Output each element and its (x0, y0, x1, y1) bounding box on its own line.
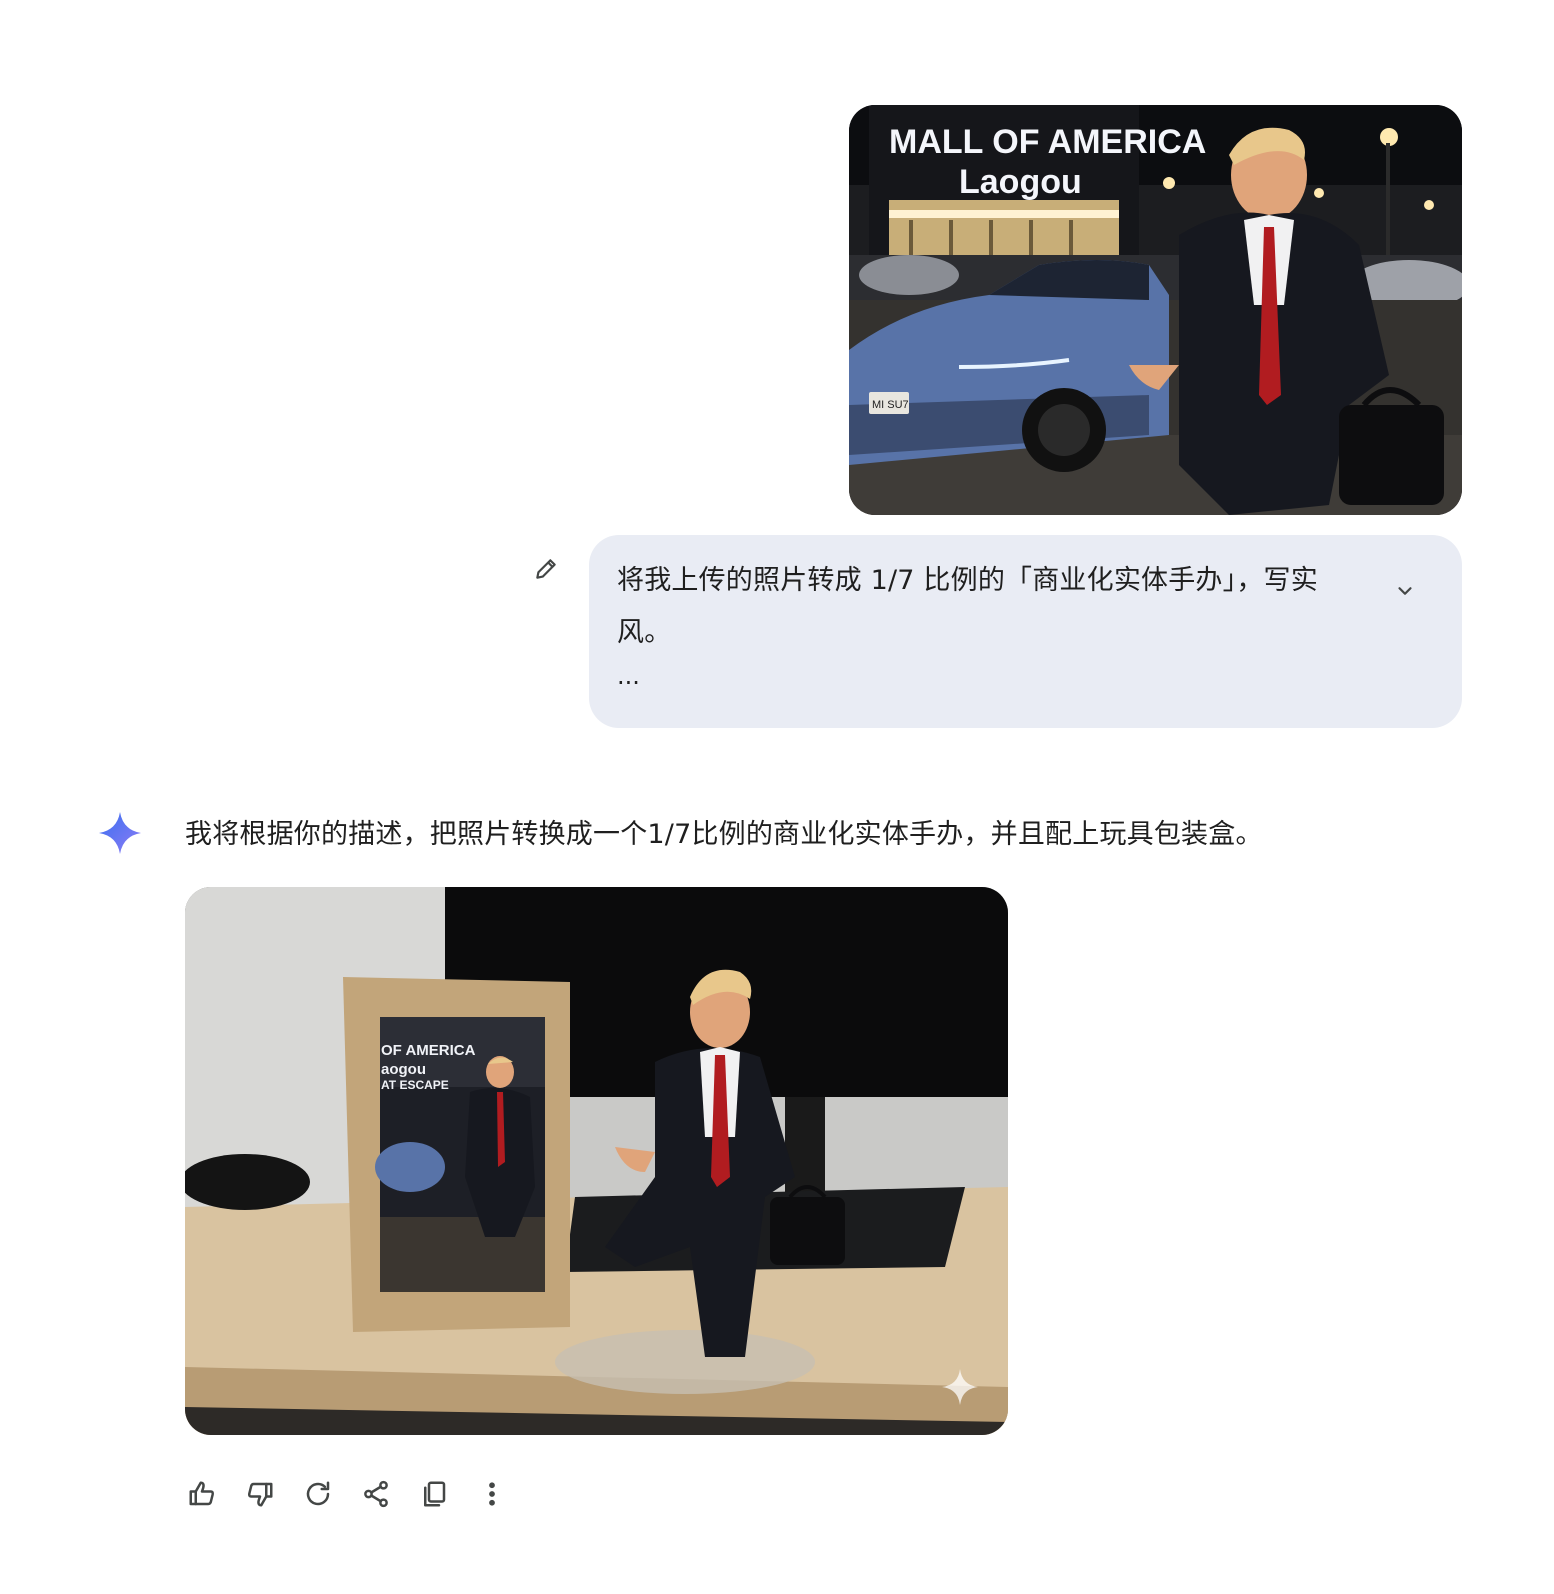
generated-figure-image[interactable]: OF AMERICA aogou AT ESCAPE (185, 887, 1008, 1435)
box-sign-line3: AT ESCAPE (381, 1078, 449, 1092)
user-message-bubble: 将我上传的照片转成 1/7 比例的「商业化实体手办」，写实风。 ... (589, 535, 1462, 728)
more-options-icon (489, 1482, 495, 1506)
expand-message-button[interactable] (1389, 575, 1421, 607)
edit-message-button[interactable] (530, 553, 562, 585)
user-message-text: 将我上传的照片转成 1/7 比例的「商业化实体手办」，写实风。 (617, 565, 1318, 648)
share-icon (364, 1480, 388, 1508)
pencil-icon (536, 559, 556, 579)
sparkle-icon (97, 810, 143, 856)
copy-icon (424, 1481, 446, 1507)
regenerate-icon (306, 1481, 330, 1506)
license-plate: MI SU7 (872, 399, 909, 411)
user-uploaded-photo[interactable]: MALL OF AMERICA Laogou MI SU7 (849, 105, 1462, 515)
thumbs-down-button[interactable] (238, 1474, 282, 1514)
regenerate-button[interactable] (296, 1474, 340, 1514)
thumbs-up-icon (189, 1481, 214, 1506)
response-actions-toolbar (180, 1474, 514, 1514)
thumbs-down-icon (248, 1482, 273, 1507)
mall-sign-line1: MALL OF AMERICA (889, 123, 1206, 161)
user-message-ellipsis: ... (617, 662, 640, 690)
chevron-down-icon (1398, 587, 1412, 595)
thumbs-up-button[interactable] (180, 1474, 224, 1514)
box-sign-line1: OF AMERICA (381, 1042, 476, 1059)
more-options-button[interactable] (470, 1474, 514, 1514)
copy-button[interactable] (412, 1474, 456, 1514)
mall-sign-line2: Laogou (959, 163, 1082, 201)
share-button[interactable] (354, 1474, 398, 1514)
assistant-message-text: 我将根据你的描述，把照片转换成一个1/7比例的商业化实体手办，并且配上玩具包装盒… (185, 819, 1263, 850)
box-sign-line2: aogou (381, 1061, 426, 1078)
sparkle-watermark-icon (940, 1367, 980, 1407)
